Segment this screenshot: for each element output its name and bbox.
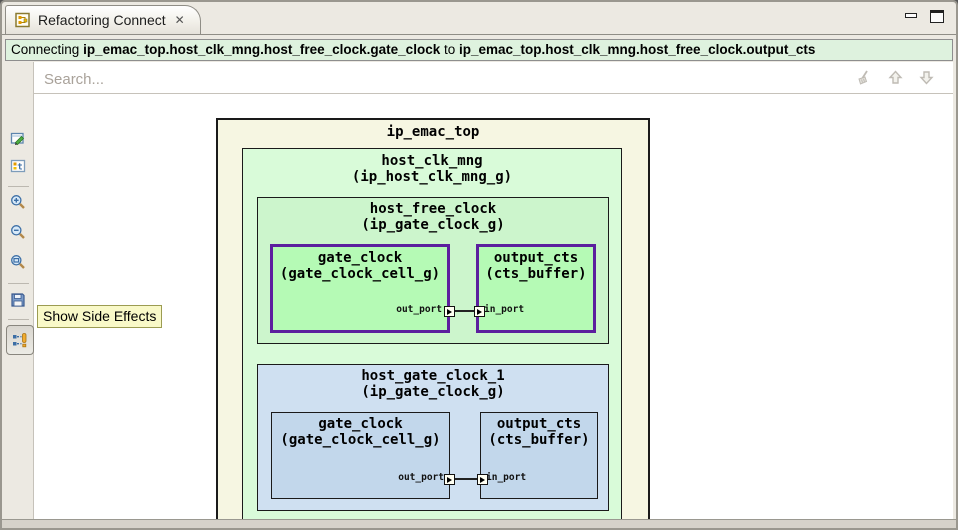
- cell-output-cts[interactable]: output_cts (cts_buffer) in_port: [480, 412, 598, 499]
- status-prefix: Connecting: [11, 42, 84, 57]
- cell-title: output_cts: [496, 416, 582, 432]
- in-port-label: in_port: [484, 304, 525, 315]
- cell-title: gate_clock: [318, 416, 403, 432]
- target-path: ip_emac_top.host_clk_mng.host_free_clock…: [458, 42, 816, 57]
- out-port-label: out_port: [398, 472, 444, 483]
- in-port-label: in_port: [486, 472, 527, 483]
- module-subtitle: (ip_gate_clock_g): [361, 217, 505, 233]
- module-host-free-clock[interactable]: host_free_clock (ip_gate_clock_g) gate_c…: [257, 197, 609, 344]
- svg-text:t: t: [17, 163, 22, 173]
- toolbar-separator: [8, 186, 29, 187]
- tab-close-icon[interactable]: ✕: [175, 13, 185, 27]
- zoom-out-icon[interactable]: [10, 224, 26, 240]
- connection-status-bar: Connecting ip_emac_top.host_clk_mng.host…: [5, 39, 953, 61]
- module-title: host_free_clock: [369, 201, 497, 217]
- module-ip-emac-top[interactable]: ip_emac_top host_clk_mng (ip_host_clk_mn…: [216, 118, 650, 519]
- tab-title: Refactoring Connect: [38, 12, 166, 28]
- search-input[interactable]: [42, 66, 746, 92]
- cell-title: gate_clock: [317, 250, 403, 266]
- connection-wire[interactable]: [455, 310, 474, 312]
- cell-subtitle: (gate_clock_cell_g): [279, 266, 441, 282]
- module-subtitle: (ip_host_clk_mng_g): [351, 169, 513, 185]
- connection-wire[interactable]: [455, 478, 477, 480]
- module-subtitle: (ip_gate_clock_g): [361, 384, 505, 400]
- module-host-clk-mng[interactable]: host_clk_mng (ip_host_clk_mng_g) host_fr…: [242, 148, 622, 519]
- show-side-effects-tooltip: Show Side Effects: [37, 305, 163, 328]
- view-controls: [905, 10, 944, 23]
- cell-output-cts-selected[interactable]: output_cts (cts_buffer) in_port: [476, 244, 596, 333]
- tab-refactoring-connect[interactable]: Refactoring Connect ✕: [5, 5, 201, 34]
- bottom-window-frame: [2, 519, 956, 528]
- module-title: host_clk_mng: [381, 153, 483, 169]
- toolbar-separator: [8, 319, 29, 320]
- in-port-icon[interactable]: [477, 474, 488, 485]
- toolbar-separator: [8, 283, 29, 284]
- source-path: ip_emac_top.host_clk_mng.host_free_clock…: [83, 42, 441, 57]
- cell-subtitle: (cts_buffer): [485, 266, 587, 282]
- diagram-canvas[interactable]: ip_emac_top host_clk_mng (ip_host_clk_mn…: [34, 94, 953, 519]
- cell-title: output_cts: [493, 250, 579, 266]
- maximize-icon[interactable]: [930, 10, 944, 23]
- diagram-toolbar: t: [2, 62, 34, 519]
- search-actions: [856, 69, 935, 86]
- tab-bar-divider: [2, 34, 956, 35]
- zoom-fit-icon[interactable]: [10, 254, 26, 270]
- find-previous-icon[interactable]: [887, 69, 904, 86]
- module-title: host_gate_clock_1: [361, 368, 505, 384]
- edit-diagram-icon[interactable]: [10, 130, 26, 146]
- module-host-gate-clock-1[interactable]: host_gate_clock_1 (ip_gate_clock_g) gate…: [257, 364, 609, 511]
- search-bar: [34, 62, 953, 94]
- show-labels-icon[interactable]: t: [10, 158, 26, 174]
- zoom-in-icon[interactable]: [10, 194, 26, 210]
- side-effects-toggle-icon: [13, 333, 27, 348]
- out-port-label: out_port: [396, 304, 442, 315]
- find-next-icon[interactable]: [918, 69, 935, 86]
- refactoring-connect-icon: [15, 12, 30, 28]
- cell-subtitle: (cts_buffer): [488, 432, 590, 448]
- minimize-icon[interactable]: [905, 13, 917, 18]
- status-joiner: to: [440, 42, 459, 57]
- cell-gate-clock[interactable]: gate_clock (gate_clock_cell_g) out_port: [271, 412, 450, 499]
- out-port-icon[interactable]: [444, 474, 455, 485]
- cell-gate-clock-selected[interactable]: gate_clock (gate_clock_cell_g) out_port: [270, 244, 450, 333]
- save-icon[interactable]: [10, 292, 26, 308]
- module-title: ip_emac_top: [386, 124, 480, 140]
- out-port-icon[interactable]: [444, 306, 455, 317]
- show-side-effects-toggle[interactable]: [6, 325, 34, 355]
- in-port-icon[interactable]: [474, 306, 485, 317]
- clear-search-icon[interactable]: [856, 69, 873, 86]
- cell-subtitle: (gate_clock_cell_g): [280, 432, 441, 448]
- refactoring-connect-window: Refactoring Connect ✕ Connecting ip_emac…: [0, 0, 958, 530]
- view-tab-bar: Refactoring Connect ✕: [2, 2, 956, 36]
